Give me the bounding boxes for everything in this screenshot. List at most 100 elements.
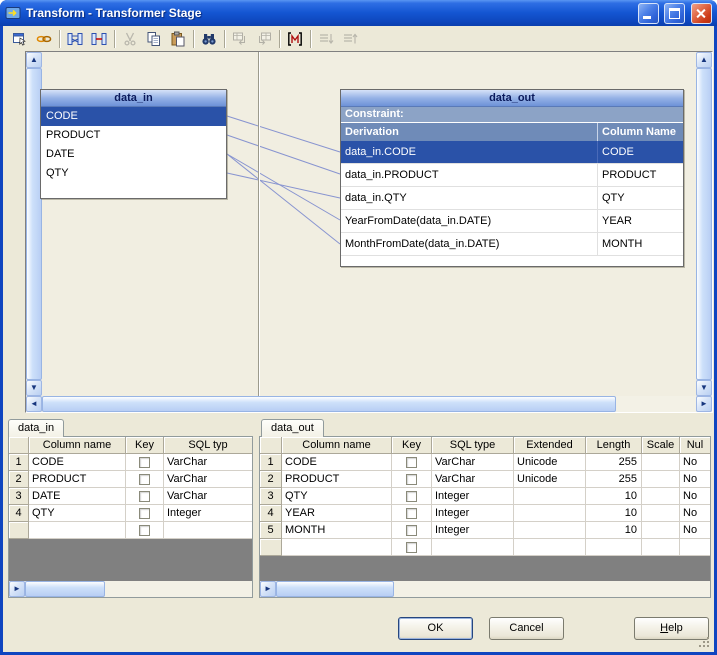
column-name-cell[interactable]: CODE bbox=[598, 141, 683, 163]
nullable-cell[interactable]: No bbox=[680, 488, 710, 505]
key-cell[interactable] bbox=[392, 454, 432, 471]
maximize-button[interactable] bbox=[664, 2, 685, 24]
derivation-cell[interactable]: YearFromDate(data_in.DATE) bbox=[341, 210, 598, 232]
key-cell[interactable] bbox=[126, 522, 164, 539]
column-name-cell[interactable]: MONTH bbox=[282, 522, 392, 539]
horizontal-scrollbar-thumb[interactable] bbox=[42, 396, 616, 412]
tab-data-in[interactable]: data_in bbox=[8, 419, 65, 437]
extended-cell[interactable] bbox=[514, 488, 586, 505]
ok-button[interactable]: OK bbox=[398, 617, 473, 640]
scale-cell[interactable] bbox=[642, 522, 680, 539]
extended-cell[interactable] bbox=[514, 539, 586, 556]
row-number-cell[interactable]: 1 bbox=[260, 454, 282, 471]
derivation-cell[interactable]: data_in.PRODUCT bbox=[341, 164, 598, 186]
sql-type-cell[interactable]: VarChar bbox=[432, 471, 514, 488]
key-checkbox[interactable] bbox=[139, 524, 150, 536]
scroll-up-button[interactable]: ▲ bbox=[696, 52, 712, 68]
nullable-cell[interactable]: No bbox=[680, 505, 710, 522]
row-number-cell[interactable] bbox=[260, 539, 282, 556]
scroll-down-button[interactable]: ▼ bbox=[696, 380, 712, 396]
help-button[interactable]: Help bbox=[634, 617, 709, 640]
sql-type-cell[interactable]: VarChar bbox=[432, 454, 514, 471]
row-number-cell[interactable]: 3 bbox=[260, 488, 282, 505]
column-name-cell[interactable]: DATE bbox=[29, 488, 126, 505]
length-cell[interactable]: 10 bbox=[586, 522, 642, 539]
sql-type-cell[interactable] bbox=[432, 539, 514, 556]
vertical-scrollbar-thumb[interactable] bbox=[696, 68, 712, 380]
scale-cell[interactable] bbox=[642, 454, 680, 471]
find-replace-button[interactable] bbox=[197, 28, 221, 50]
key-checkbox[interactable] bbox=[406, 473, 417, 485]
output-link-execution-order-button[interactable] bbox=[338, 28, 362, 50]
resize-grip[interactable] bbox=[699, 637, 711, 649]
column-name-cell[interactable]: QTY bbox=[598, 187, 683, 209]
cut-button[interactable] bbox=[118, 28, 142, 50]
length-cell[interactable]: 10 bbox=[586, 488, 642, 505]
sql-type-cell[interactable]: VarChar bbox=[164, 488, 252, 505]
length-cell[interactable] bbox=[586, 539, 642, 556]
close-button[interactable] bbox=[691, 2, 712, 24]
scale-cell[interactable] bbox=[642, 488, 680, 505]
key-checkbox[interactable] bbox=[139, 507, 150, 519]
column-name-cell[interactable]: QTY bbox=[282, 488, 392, 505]
cancel-button[interactable]: Cancel bbox=[489, 617, 564, 640]
input-column-row[interactable]: CODE bbox=[41, 107, 226, 126]
column-name-header[interactable]: Column name bbox=[282, 437, 392, 454]
key-checkbox[interactable] bbox=[139, 473, 150, 485]
titlebar[interactable]: Transform - Transformer Stage bbox=[0, 0, 717, 26]
key-cell[interactable] bbox=[126, 505, 164, 522]
sql-type-cell[interactable]: VarChar bbox=[164, 471, 252, 488]
output-mapping-row[interactable]: data_in.CODE CODE bbox=[341, 141, 683, 164]
scroll-right-button[interactable]: ► bbox=[696, 396, 712, 412]
key-cell[interactable] bbox=[126, 471, 164, 488]
show-all-relations-button[interactable] bbox=[63, 28, 87, 50]
key-header[interactable]: Key bbox=[126, 437, 164, 454]
sql-type-cell[interactable]: VarChar bbox=[164, 454, 252, 471]
key-cell[interactable] bbox=[392, 539, 432, 556]
scroll-right-button[interactable]: ► bbox=[9, 581, 25, 597]
row-number-cell[interactable]: 5 bbox=[260, 522, 282, 539]
canvas-horizontal-scrollbar[interactable]: ◄ ► bbox=[26, 396, 712, 412]
horizontal-scrollbar-thumb[interactable] bbox=[276, 581, 394, 597]
key-checkbox[interactable] bbox=[406, 541, 417, 553]
grid-horizontal-scrollbar[interactable]: ◄ ► bbox=[9, 581, 252, 597]
sql-type-header[interactable]: SQL type bbox=[432, 437, 514, 454]
column-name-cell[interactable]: QTY bbox=[29, 505, 126, 522]
input-link-title[interactable]: data_in bbox=[41, 90, 226, 107]
copy-button[interactable] bbox=[142, 28, 166, 50]
key-checkbox[interactable] bbox=[139, 456, 150, 468]
row-number-cell[interactable]: 1 bbox=[9, 454, 29, 471]
key-header[interactable]: Key bbox=[392, 437, 432, 454]
sql-type-header[interactable]: SQL typ bbox=[164, 437, 252, 454]
nullable-cell[interactable]: No bbox=[680, 454, 710, 471]
column-name-cell[interactable]: YEAR bbox=[598, 210, 683, 232]
column-name-cell[interactable]: CODE bbox=[29, 454, 126, 471]
column-name-header[interactable]: Column name bbox=[29, 437, 126, 454]
row-number-cell[interactable]: 2 bbox=[260, 471, 282, 488]
key-cell[interactable] bbox=[392, 471, 432, 488]
row-number-cell[interactable]: 2 bbox=[9, 471, 29, 488]
pane-splitter[interactable] bbox=[258, 52, 259, 396]
nullable-cell[interactable]: No bbox=[680, 522, 710, 539]
stage-properties-button[interactable] bbox=[8, 28, 32, 50]
column-name-header[interactable]: Column Name bbox=[598, 123, 683, 141]
column-name-cell[interactable]: PRODUCT bbox=[598, 164, 683, 186]
sql-type-cell[interactable]: Integer bbox=[432, 522, 514, 539]
key-checkbox[interactable] bbox=[406, 524, 417, 536]
output-mapping-row[interactable]: data_in.QTY QTY bbox=[341, 187, 683, 210]
save-column-definition-button[interactable] bbox=[252, 28, 276, 50]
input-column-row[interactable]: DATE bbox=[41, 145, 226, 164]
key-cell[interactable] bbox=[126, 488, 164, 505]
column-name-cell[interactable] bbox=[29, 522, 126, 539]
scroll-down-button[interactable]: ▼ bbox=[26, 380, 42, 396]
column-auto-match-button[interactable] bbox=[283, 28, 307, 50]
output-mapping-row[interactable]: MonthFromDate(data_in.DATE) MONTH bbox=[341, 233, 683, 256]
column-name-cell[interactable]: PRODUCT bbox=[282, 471, 392, 488]
key-cell[interactable] bbox=[392, 505, 432, 522]
extended-cell[interactable] bbox=[514, 522, 586, 539]
key-checkbox[interactable] bbox=[406, 456, 417, 468]
sql-type-cell[interactable]: Integer bbox=[164, 505, 252, 522]
sql-type-cell[interactable]: Integer bbox=[432, 488, 514, 505]
constraint-row[interactable]: Constraint: bbox=[341, 107, 683, 123]
column-name-cell[interactable]: CODE bbox=[282, 454, 392, 471]
